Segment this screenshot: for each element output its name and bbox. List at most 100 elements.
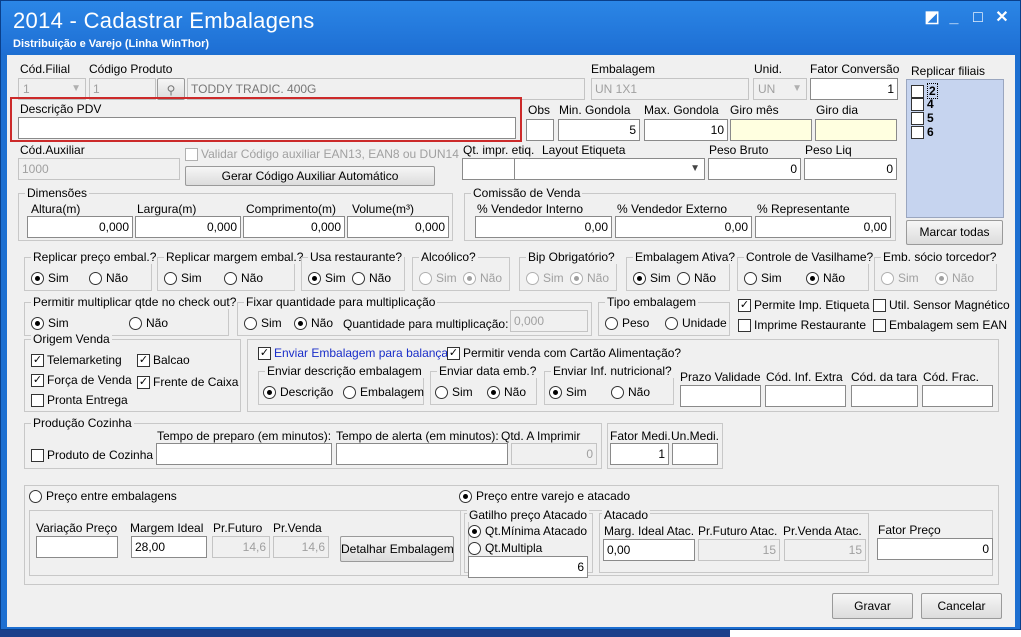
gerar-codigo-button[interactable]: Gerar Código Auxiliar Automático [185,166,435,186]
usa-restaurante-nao[interactable]: Não [352,271,391,285]
cancelar-button[interactable]: Cancelar [921,593,1002,619]
permitir-cartao-checkbox[interactable]: ✓ Permitir venda com Cartão Alimentação? [447,346,681,360]
embalagem-sem-ean-checkbox[interactable]: Embalagem sem EAN [873,318,1007,332]
produto-cozinha-checkbox[interactable]: Produto de Cozinha [31,448,153,462]
largura-input[interactable]: 0,000 [135,216,241,238]
tempo-preparo-input[interactable] [156,443,332,465]
pr-futuro-atac-input[interactable]: 15 [698,539,780,561]
enviar-balanca-checkbox[interactable]: ✓ Enviar Embalagem para balança [258,346,448,360]
multiplicar-sim[interactable]: Sim [31,316,69,330]
gatilho-input[interactable]: 6 [468,556,588,578]
enviar-data-nao[interactable]: Não [487,385,526,399]
cod-auxiliar-input[interactable]: 1000 [18,158,180,180]
filial-checkbox[interactable]: 5 [911,111,934,125]
qt-impr-input[interactable] [462,158,522,180]
enviar-embalagem-radio[interactable]: Embalagem [343,385,424,399]
peso-bruto-input[interactable]: 0 [708,158,801,180]
pr-venda-atac-input[interactable]: 15 [784,539,866,561]
altura-input[interactable]: 0,000 [27,216,133,238]
preco-entre-embalagens-radio[interactable]: Preço entre embalagens [29,489,177,503]
fixar-sim[interactable]: Sim [244,316,282,330]
cod-frac-input[interactable] [922,385,993,407]
restore-icon[interactable]: ◩ [923,9,941,27]
fator-medi-input[interactable]: 1 [610,443,669,465]
balcao-checkbox[interactable]: ✓ Balcao [137,353,190,367]
replicar-margem-sim[interactable]: Sim [164,271,202,285]
quantidade-multiplicacao-input[interactable]: 0,000 [510,310,588,332]
socio-sim[interactable]: Sim [881,271,919,285]
replicar-margem-nao[interactable]: Não [224,271,263,285]
permite-imp-etiqueta-checkbox[interactable]: ✓ Permite Imp. Etiqueta [738,298,869,312]
comprimento-input[interactable]: 0,000 [243,216,345,238]
imprime-restaurante-checkbox[interactable]: Imprime Restaurante [738,318,866,332]
enviar-inf-nao[interactable]: Não [611,385,650,399]
pronta-entrega-checkbox[interactable]: Pronta Entrega [31,393,128,407]
variacao-preco-input[interactable] [36,536,118,558]
volume-input[interactable]: 0,000 [347,216,449,238]
cod-tara-input[interactable] [851,385,918,407]
vendedor-interno-input[interactable]: 0,00 [475,216,612,238]
gravar-button[interactable]: Gravar [832,593,913,619]
telemarketing-checkbox[interactable]: ✓ Telemarketing [31,353,122,367]
fixar-nao[interactable]: Não [294,316,333,330]
layout-etiqueta-select[interactable]: ▼ [514,158,705,180]
prazo-validade-input[interactable] [680,385,761,407]
bip-sim[interactable]: Sim [526,271,564,285]
vasilhame-nao[interactable]: Não [806,271,845,285]
replicar-preco-sim[interactable]: Sim [31,271,69,285]
frente-caixa-checkbox[interactable]: ✓ Frente de Caixa [137,375,238,389]
validar-ean-checkbox[interactable]: Validar Código auxiliar EAN13, EAN8 ou D… [185,147,459,161]
tempo-alerta-input[interactable] [336,443,508,465]
fator-preco-input[interactable]: 0 [877,538,993,560]
maximize-icon[interactable]: □ [969,9,987,27]
giro-mes-input[interactable] [730,119,812,141]
un-medi-input[interactable] [672,443,718,465]
enviar-inf-sim[interactable]: Sim [549,385,587,399]
tipo-peso-radio[interactable]: Peso [605,316,649,330]
close-icon[interactable]: ✕ [993,9,1011,27]
minimize-icon[interactable]: _ [945,9,963,27]
min-gondola-input[interactable]: 5 [558,119,640,141]
marg-ideal-atac-input[interactable]: 0,00 [603,539,695,561]
multiplicar-nao[interactable]: Não [129,316,168,330]
bip-nao[interactable]: Não [570,271,609,285]
cod-inf-extra-input[interactable] [765,385,846,407]
preco-varejo-atacado-radio[interactable]: Preço entre varejo e atacado [459,489,631,503]
marcar-todas-button[interactable]: Marcar todas [906,220,1003,245]
enviar-descricao-radio[interactable]: Descrição [263,385,333,399]
replicar-preco-nao[interactable]: Não [89,271,128,285]
vendedor-externo-input[interactable]: 0,00 [615,216,752,238]
representante-input[interactable]: 0,00 [755,216,891,238]
tipo-unidade-radio[interactable]: Unidade [665,316,727,330]
socio-nao[interactable]: Não [935,271,974,285]
embalagem-input[interactable]: UN 1X1 [591,78,749,100]
descricao-pdv-input[interactable] [18,117,516,139]
unid-select[interactable]: UN ▼ [753,78,807,100]
forca-venda-checkbox[interactable]: ✓ Força de Venda [31,373,132,387]
origem-venda-group: Origem Venda ✓ Telemarketing ✓ Balcao ✓ For… [24,332,241,412]
obs-input[interactable] [526,119,554,141]
max-gondola-input[interactable]: 10 [644,119,728,141]
fixar-quantidade-group: Fixar quantidade para multiplicação Sim … [237,295,592,336]
fator-conversao-input[interactable]: 1 [810,78,898,100]
pr-venda-input[interactable]: 14,6 [273,536,329,558]
util-sensor-checkbox[interactable]: Util. Sensor Magnético [873,298,1010,312]
pr-futuro-input[interactable]: 14,6 [212,536,270,558]
alcoolico-sim[interactable]: Sim [419,271,457,285]
peso-liq-input[interactable]: 0 [804,158,897,180]
vasilhame-sim[interactable]: Sim [744,271,782,285]
qtd-imprimir-input[interactable]: 0 [511,443,597,465]
giro-dia-input[interactable] [815,119,897,141]
margem-ideal-input[interactable]: 28,00 [131,536,207,558]
filial-checkbox[interactable]: 4 [911,97,934,111]
filial-checkbox[interactable]: 6 [911,125,934,139]
detalhar-embalagem-button[interactable]: Detalhar Embalagem [340,536,454,562]
alcoolico-nao[interactable]: Não [463,271,502,285]
enviar-data-sim[interactable]: Sim [435,385,473,399]
qt-multipla-radio[interactable]: Qt.Multipla [468,541,542,555]
qt-minima-radio[interactable]: Qt.Mínima Atacado [468,524,587,538]
ativa-sim[interactable]: Sim [633,271,671,285]
filiais-list[interactable]: 2 4 5 6 [906,79,1004,218]
usa-restaurante-sim[interactable]: Sim [308,271,346,285]
ativa-nao[interactable]: Não [677,271,716,285]
